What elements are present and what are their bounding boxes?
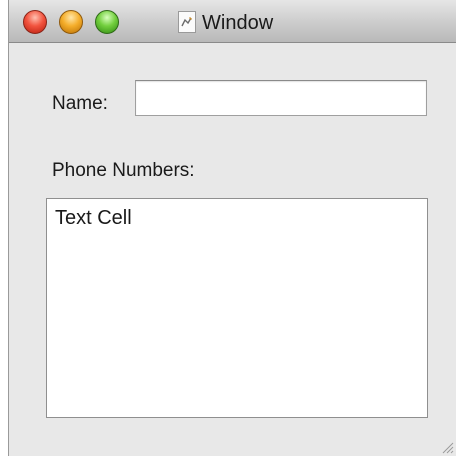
table-row[interactable]: Text Cell: [47, 199, 427, 237]
minimize-button[interactable]: [59, 10, 83, 34]
name-field[interactable]: [135, 80, 427, 116]
resize-grip-icon[interactable]: [440, 440, 454, 454]
close-button[interactable]: [23, 10, 47, 34]
document-proxy-icon[interactable]: [178, 11, 196, 33]
name-label: Name:: [52, 93, 108, 114]
window-title: Window: [202, 12, 274, 34]
title-bar[interactable]: Window: [9, 0, 456, 43]
table-cell[interactable]: Text Cell: [55, 207, 132, 229]
zoom-button[interactable]: [95, 10, 119, 34]
phone-numbers-table[interactable]: Text Cell: [46, 198, 428, 418]
phone-numbers-label: Phone Numbers:: [52, 160, 195, 181]
window: Window Name: Phone Numbers: Text Cell: [8, 0, 456, 456]
